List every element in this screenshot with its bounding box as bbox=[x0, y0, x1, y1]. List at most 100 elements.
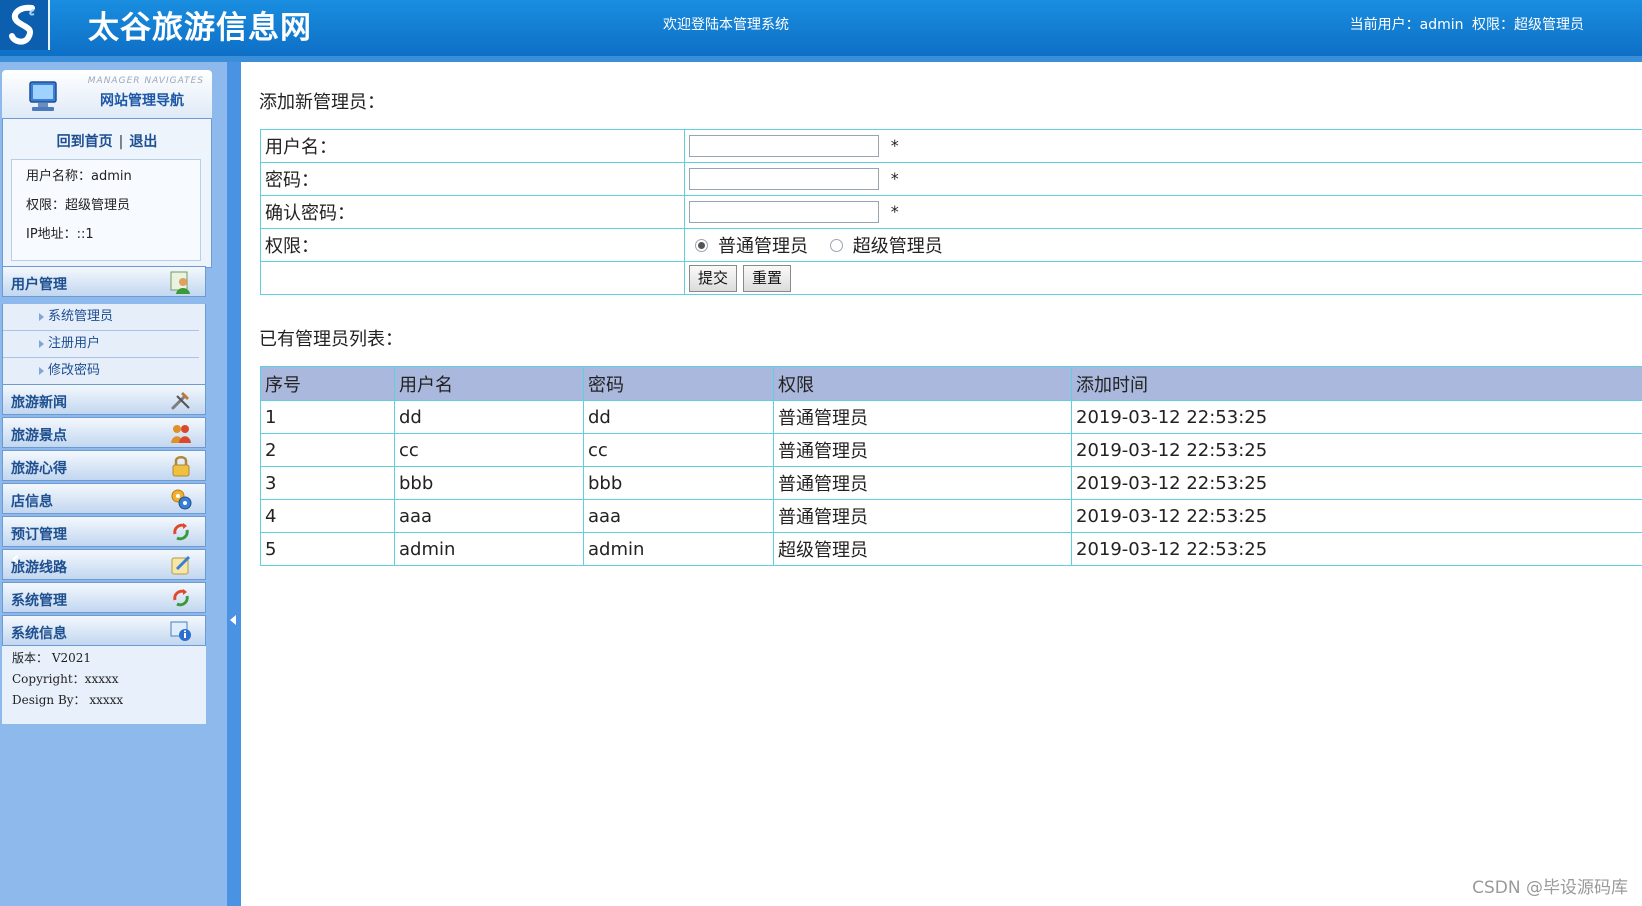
menu-label: 旅游新闻 bbox=[11, 395, 67, 411]
password-label: 密码： bbox=[260, 162, 685, 196]
menu-label: 旅游心得 bbox=[11, 461, 67, 477]
refresh-icon bbox=[173, 523, 189, 541]
top-header: 太谷旅游信息网 欢迎登陆本管理系统 当前用户：admin 权限：超级管理员 bbox=[0, 0, 1642, 62]
menu-travel-routes[interactable]: 旅游线路 bbox=[2, 549, 206, 580]
cell-time: 2019-03-12 22:53:25 bbox=[1071, 466, 1642, 500]
table-row: 2 cc cc 普通管理员 2019-03-12 22:53:25 bbox=[260, 433, 1642, 467]
design-by-text: Design By： xxxxx bbox=[12, 693, 124, 707]
sidebar: MANAGER NAVIGATES 网站管理导航 回到首页 | 退出 用户名称：ad… bbox=[0, 62, 227, 906]
people-icon bbox=[171, 425, 191, 443]
submenu-user-management: 系统管理员 注册用户 修改密码 bbox=[2, 304, 206, 386]
cell-index: 4 bbox=[260, 499, 395, 533]
info-icon bbox=[170, 621, 191, 641]
actions-cell: 提交 重置 bbox=[684, 261, 1642, 295]
submenu-item-system-admin[interactable]: 系统管理员 bbox=[3, 304, 199, 331]
cell-password: cc bbox=[583, 433, 774, 467]
form-row-actions: 提交 重置 bbox=[260, 261, 1642, 295]
menu-system-management[interactable]: 系统管理 bbox=[2, 582, 206, 613]
refresh-icon bbox=[173, 589, 189, 607]
menu-label: 用户管理 bbox=[11, 277, 67, 293]
password-cell: * bbox=[684, 162, 1642, 196]
cell-password: bbb bbox=[583, 466, 774, 500]
form-row-password: 密码： * bbox=[260, 162, 1642, 196]
collapse-arrow-icon[interactable] bbox=[230, 615, 236, 625]
user-info-box: 用户名称：admin 权限：超级管理员 IP地址：::1 bbox=[11, 159, 201, 261]
username-label: 用户名： bbox=[260, 129, 685, 163]
form-row-role: 权限： 普通管理员 超级管理员 bbox=[260, 228, 1642, 262]
menu-travel-news[interactable]: 旅游新闻 bbox=[2, 384, 206, 415]
reset-button[interactable]: 重置 bbox=[743, 264, 792, 292]
user-group-icon bbox=[170, 271, 190, 294]
cell-password: dd bbox=[583, 400, 774, 434]
cell-username: aaa bbox=[394, 499, 584, 533]
nav-title: 网站管理导航 bbox=[100, 93, 184, 109]
panel-links: 回到首页 | 退出 bbox=[3, 131, 211, 151]
lock-icon bbox=[172, 456, 190, 477]
column-header-time: 添加时间 bbox=[1071, 366, 1642, 401]
column-header-role: 权限 bbox=[773, 366, 1072, 401]
sidebar-splitter[interactable] bbox=[227, 62, 241, 906]
column-header-username: 用户名 bbox=[394, 366, 584, 401]
cell-username: cc bbox=[394, 433, 584, 467]
username-input[interactable] bbox=[689, 135, 879, 157]
cell-role: 超级管理员 bbox=[773, 532, 1072, 566]
confirm-password-cell: * bbox=[684, 195, 1642, 229]
cell-index: 5 bbox=[260, 532, 395, 566]
cell-time: 2019-03-12 22:53:25 bbox=[1071, 532, 1642, 566]
submit-button[interactable]: 提交 bbox=[689, 264, 738, 292]
submenu-item-registered-users[interactable]: 注册用户 bbox=[3, 331, 199, 358]
cell-role: 普通管理员 bbox=[773, 400, 1072, 434]
column-header-password: 密码 bbox=[583, 366, 774, 401]
submenu-item-change-password[interactable]: 修改密码 bbox=[3, 358, 199, 385]
nav-header: MANAGER NAVIGATES 网站管理导航 bbox=[2, 70, 212, 118]
admin-list-table: 序号 用户名 密码 权限 添加时间 1 dd dd 普通管理员 2019-03-… bbox=[260, 366, 1642, 566]
copyright-text: Copyright：xxxxx bbox=[12, 672, 119, 686]
form-row-username: 用户名： * bbox=[260, 129, 1642, 163]
required-mark: * bbox=[890, 202, 899, 221]
admin-list-title: 已有管理员列表： bbox=[259, 329, 403, 350]
role-radio-super[interactable] bbox=[829, 238, 843, 252]
user-ip-text: IP地址：::1 bbox=[26, 227, 94, 242]
menu-hotel-info[interactable]: 店信息 bbox=[2, 483, 206, 514]
home-link[interactable]: 回到首页 bbox=[57, 134, 113, 150]
role-radio-normal[interactable] bbox=[695, 238, 708, 252]
menu-label: 店信息 bbox=[11, 494, 53, 510]
cell-index: 3 bbox=[260, 466, 395, 500]
tools-icon bbox=[171, 392, 190, 410]
menu-label: 旅游景点 bbox=[11, 428, 67, 444]
column-header-index: 序号 bbox=[260, 366, 395, 401]
watermark-text: CSDN @毕设源码库 bbox=[1472, 878, 1628, 898]
required-mark: * bbox=[890, 136, 899, 155]
current-user-name: 当前用户：admin bbox=[1349, 17, 1464, 33]
chevron-left-icon[interactable]: ‹ bbox=[11, 549, 20, 571]
logo-swirl-icon bbox=[9, 4, 35, 45]
cell-password: admin bbox=[583, 532, 774, 566]
cell-username: admin bbox=[394, 532, 584, 566]
menu-travel-notes[interactable]: 旅游心得 bbox=[2, 450, 206, 481]
confirm-password-label: 确认密码： bbox=[260, 195, 685, 229]
link-separator: | bbox=[118, 134, 124, 150]
confirm-password-input[interactable] bbox=[689, 201, 879, 223]
user-name-text: 用户名称：admin bbox=[26, 169, 132, 184]
site-title: 太谷旅游信息网 bbox=[88, 10, 312, 46]
table-row: 1 dd dd 普通管理员 2019-03-12 22:53:25 bbox=[260, 400, 1642, 434]
table-row: 4 aaa aaa 普通管理员 2019-03-12 22:53:25 bbox=[260, 499, 1642, 533]
menu-booking-management[interactable]: 预订管理 bbox=[2, 516, 206, 547]
cell-password: aaa bbox=[583, 499, 774, 533]
cell-role: 普通管理员 bbox=[773, 433, 1072, 467]
menu-user-management[interactable]: 用户管理 bbox=[2, 266, 206, 297]
system-info-panel: 版本： V2021 Copyright：xxxxx Design By： xxx… bbox=[2, 646, 206, 724]
cell-username: dd bbox=[394, 400, 584, 434]
menu-label: 预订管理 bbox=[11, 527, 67, 543]
logout-link[interactable]: 退出 bbox=[129, 134, 157, 150]
cell-index: 2 bbox=[260, 433, 395, 467]
table-row: 5 admin admin 超级管理员 2019-03-12 22:53:25 bbox=[260, 532, 1642, 566]
edit-icon bbox=[171, 555, 191, 575]
current-user-info: 当前用户：admin 权限：超级管理员 bbox=[1346, 14, 1584, 34]
cell-time: 2019-03-12 22:53:25 bbox=[1071, 433, 1642, 467]
computer-icon bbox=[29, 81, 57, 111]
add-admin-title: 添加新管理员： bbox=[259, 92, 385, 113]
menu-scenic-spots[interactable]: 旅游景点 bbox=[2, 417, 206, 448]
menu-system-info[interactable]: 系统信息 bbox=[2, 615, 206, 646]
password-input[interactable] bbox=[689, 168, 879, 190]
